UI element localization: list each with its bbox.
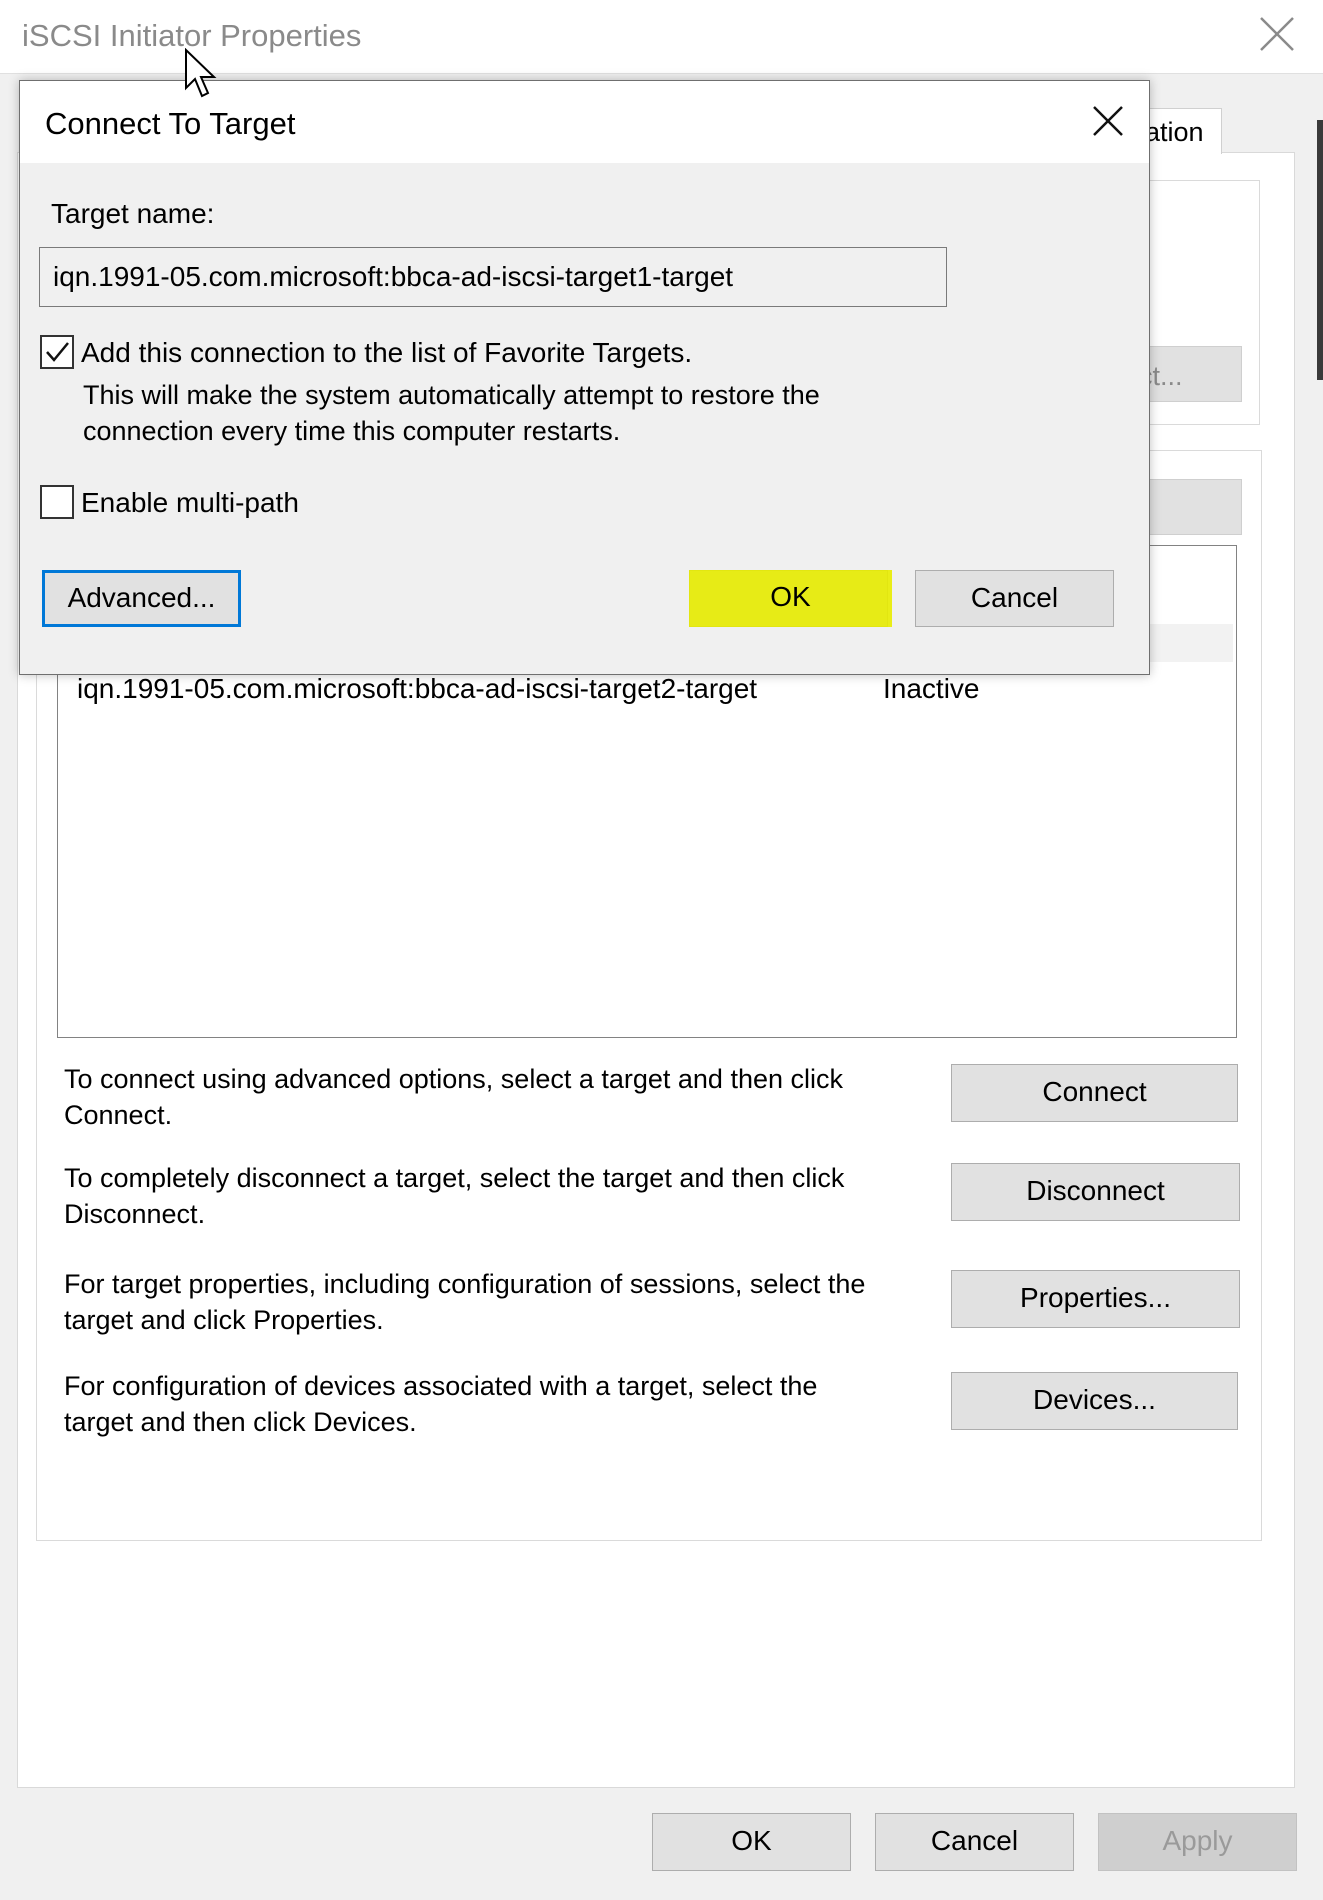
favorite-targets-label[interactable]: Add this connection to the list of Favor… <box>81 337 692 369</box>
dialog-cancel-button[interactable]: Cancel <box>915 570 1114 627</box>
main-ok-button[interactable]: OK <box>652 1813 851 1871</box>
favorite-targets-checkbox[interactable] <box>40 335 74 369</box>
disconnect-description: To completely disconnect a target, selec… <box>64 1163 845 1229</box>
properties-description: For target properties, including configu… <box>64 1269 866 1335</box>
target-name-field[interactable]: iqn.1991-05.com.microsoft:bbca-ad-iscsi-… <box>39 247 947 307</box>
advanced-button[interactable]: Advanced... <box>42 570 241 627</box>
connect-button[interactable]: Connect <box>951 1064 1238 1122</box>
favorite-description-line-1: This will make the system automatically … <box>83 380 820 410</box>
favorite-description-line-2: connection every time this computer rest… <box>83 416 621 446</box>
dialog-ok-button[interactable]: OK <box>689 581 892 613</box>
multipath-label[interactable]: Enable multi-path <box>81 487 299 519</box>
connect-to-target-dialog: Connect To Target Target name: iqn.1991-… <box>19 80 1150 675</box>
checkmark-icon <box>46 342 69 362</box>
favorite-targets-description: This will make the system automatically … <box>83 377 820 449</box>
dialog-close-icon[interactable] <box>1088 101 1128 141</box>
mouse-cursor-icon <box>185 48 217 98</box>
main-apply-button[interactable]: Apply <box>1098 1813 1297 1871</box>
target-name-cell[interactable]: iqn.1991-05.com.microsoft:bbca-ad-iscsi-… <box>77 673 757 705</box>
close-icon[interactable] <box>1255 12 1299 56</box>
properties-button[interactable]: Properties... <box>951 1270 1240 1328</box>
background-window-edge <box>1317 120 1323 380</box>
multipath-checkbox[interactable] <box>40 485 74 519</box>
target-status-cell[interactable]: Inactive <box>883 673 980 705</box>
tab-configuration[interactable]: ation <box>1138 108 1222 154</box>
dialog-title: Connect To Target <box>45 106 296 141</box>
connect-description: To connect using advanced options, selec… <box>64 1064 843 1130</box>
devices-button[interactable]: Devices... <box>951 1372 1238 1430</box>
target-name-label: Target name: <box>51 198 215 229</box>
disconnect-button[interactable]: Disconnect <box>951 1163 1240 1221</box>
main-cancel-button[interactable]: Cancel <box>875 1813 1074 1871</box>
devices-description: For configuration of devices associated … <box>64 1371 818 1437</box>
